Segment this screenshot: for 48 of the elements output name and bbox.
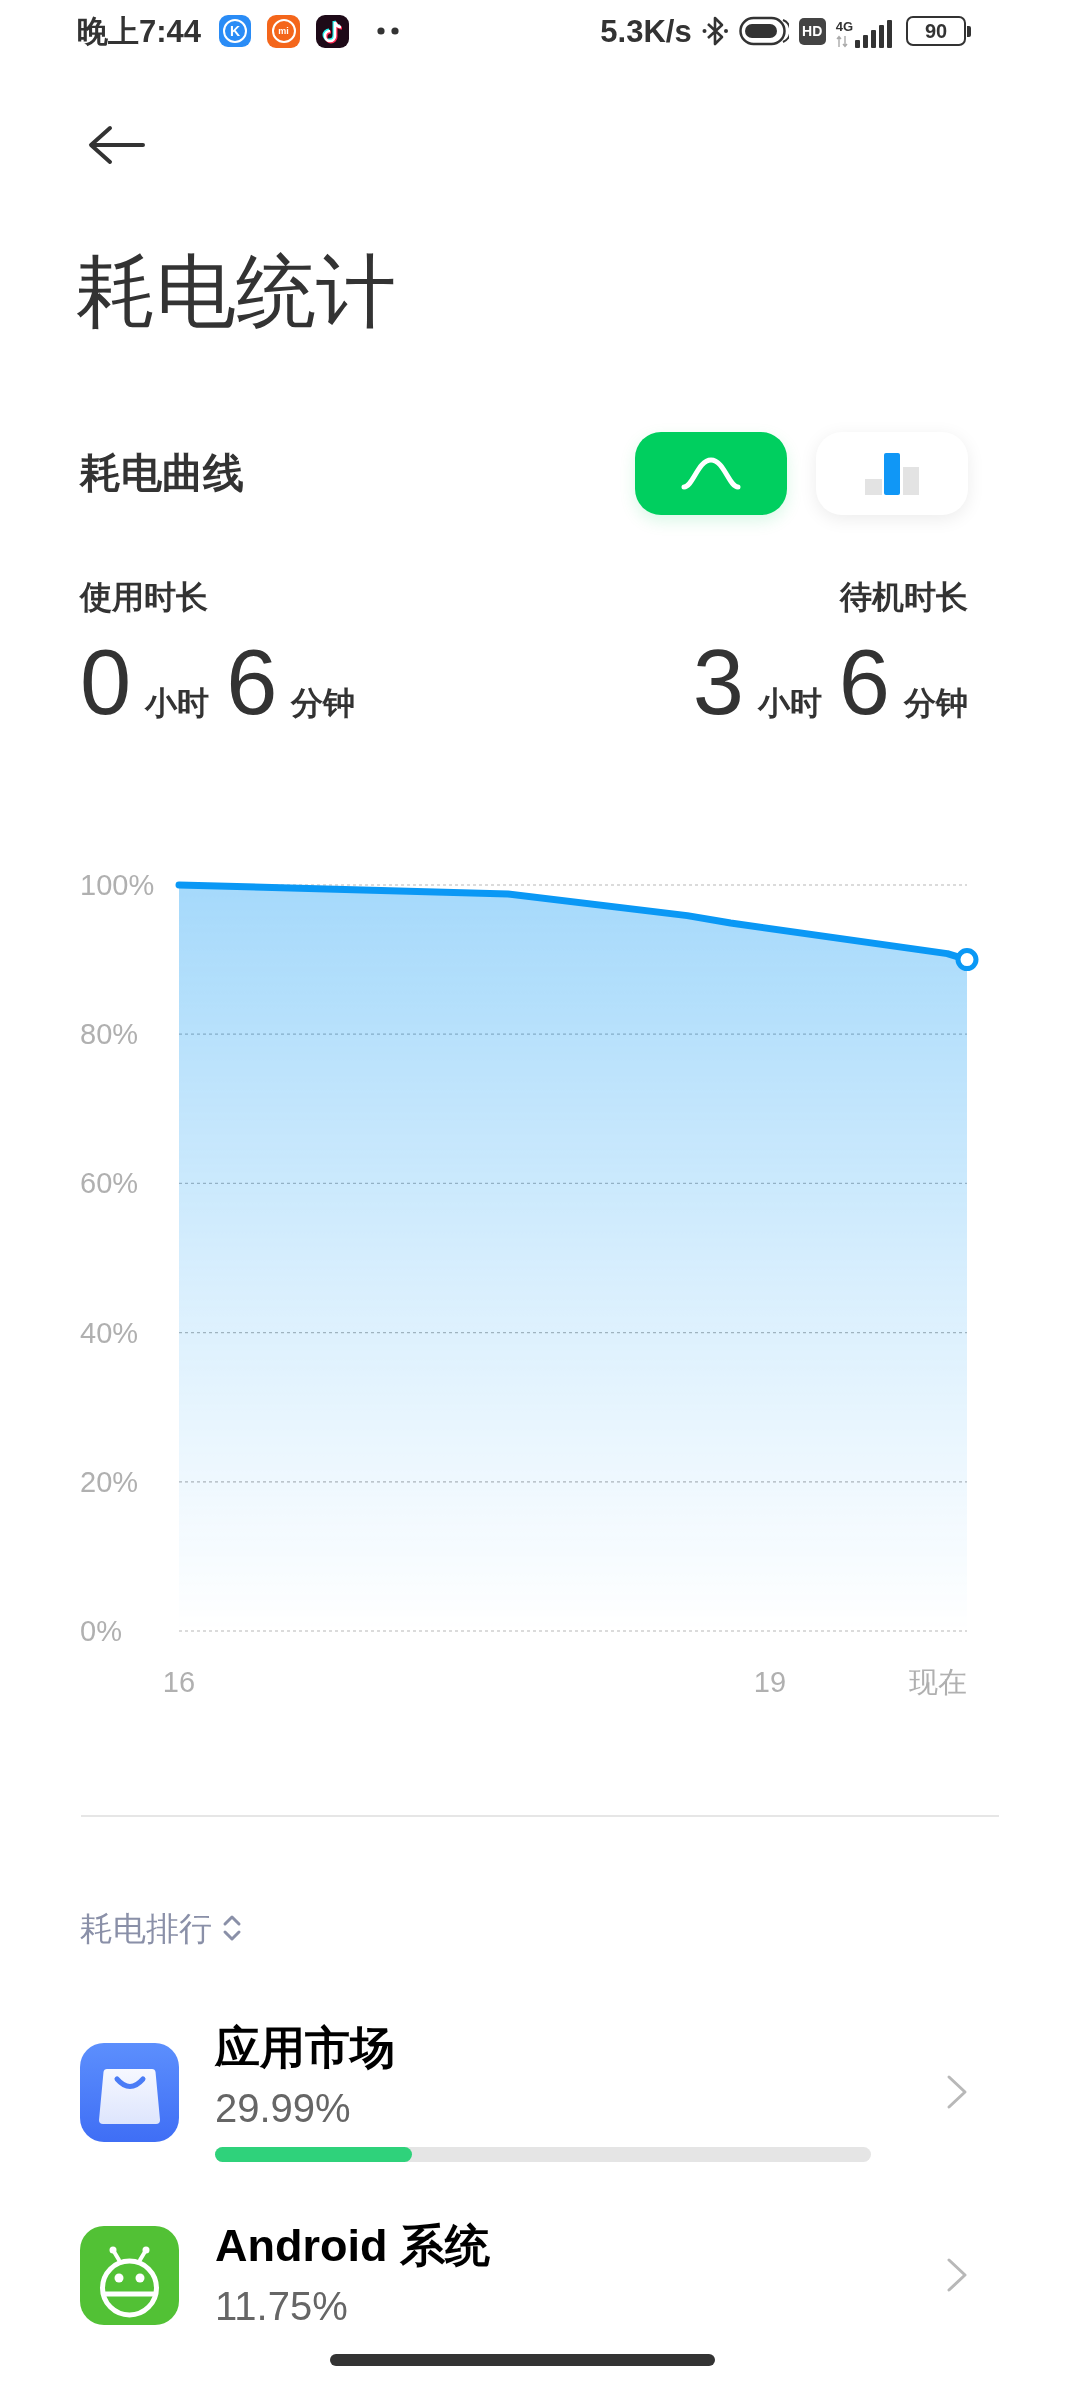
duration-label: 使用时长 bbox=[80, 578, 208, 617]
duration-number: 0 bbox=[80, 632, 132, 732]
duration-unit: 分钟 bbox=[904, 684, 968, 723]
y-axis-label: 0% bbox=[80, 1615, 122, 1647]
app-notification-icon: K bbox=[219, 15, 252, 47]
data-activity-icon bbox=[835, 35, 848, 48]
y-axis-label: 40% bbox=[80, 1316, 139, 1349]
y-axis-label: 60% bbox=[80, 1167, 139, 1200]
chevron-right-icon[interactable] bbox=[946, 2257, 968, 2293]
bar-chart-icon bbox=[865, 452, 919, 495]
duration-unit: 小时 bbox=[145, 684, 210, 723]
shopping-bag-app-icon bbox=[80, 2042, 179, 2142]
duration-number: 3 bbox=[692, 632, 744, 732]
page-title: 耗电统计 bbox=[76, 247, 396, 337]
more-notifications-icon bbox=[377, 27, 400, 35]
bar-view-tab[interactable] bbox=[816, 432, 968, 515]
section-title: 耗电曲线 bbox=[80, 453, 244, 494]
network-speed: 5.3K/s bbox=[600, 15, 692, 47]
duration-number: 6 bbox=[838, 632, 890, 732]
duration-unit: 分钟 bbox=[291, 684, 356, 723]
app-notification-icon: mi bbox=[267, 14, 301, 48]
duration-number: 6 bbox=[226, 632, 278, 732]
curve-view-tab[interactable] bbox=[635, 432, 787, 515]
sort-dropdown[interactable]: 耗电排行 bbox=[80, 1904, 242, 1952]
android-robot-app-icon bbox=[80, 2225, 179, 2325]
bell-curve-icon bbox=[681, 457, 741, 490]
signal-strength-icon bbox=[855, 18, 892, 48]
sort-icon bbox=[222, 1913, 242, 1943]
usage-percentage: 29.99% bbox=[215, 2085, 351, 2132]
x-axis-label: 16 bbox=[162, 1666, 196, 1698]
x-axis-label: 19 bbox=[753, 1666, 787, 1698]
x-axis-label: 现在 bbox=[909, 1666, 967, 1698]
y-axis-label: 100% bbox=[80, 869, 155, 901]
y-axis-label: 20% bbox=[80, 1465, 139, 1498]
app-notification-icon bbox=[316, 14, 350, 48]
bluetooth-icon bbox=[701, 14, 729, 48]
y-axis-label: 80% bbox=[80, 1018, 139, 1051]
chevron-right-icon[interactable] bbox=[946, 2074, 968, 2110]
status-time: 晚上7:44 bbox=[77, 15, 202, 47]
capsule-icon bbox=[738, 16, 789, 46]
network-type: 4G bbox=[835, 20, 853, 33]
back-arrow-icon bbox=[87, 125, 145, 165]
duration-unit: 小时 bbox=[757, 684, 822, 723]
app-name: 应用市场 bbox=[215, 2022, 395, 2074]
app-name: Android 系统 bbox=[215, 2220, 490, 2272]
hd-badge: HD bbox=[798, 17, 826, 45]
usage-percentage: 11.75% bbox=[215, 2283, 348, 2330]
duration-label: 待机时长 bbox=[840, 578, 968, 617]
